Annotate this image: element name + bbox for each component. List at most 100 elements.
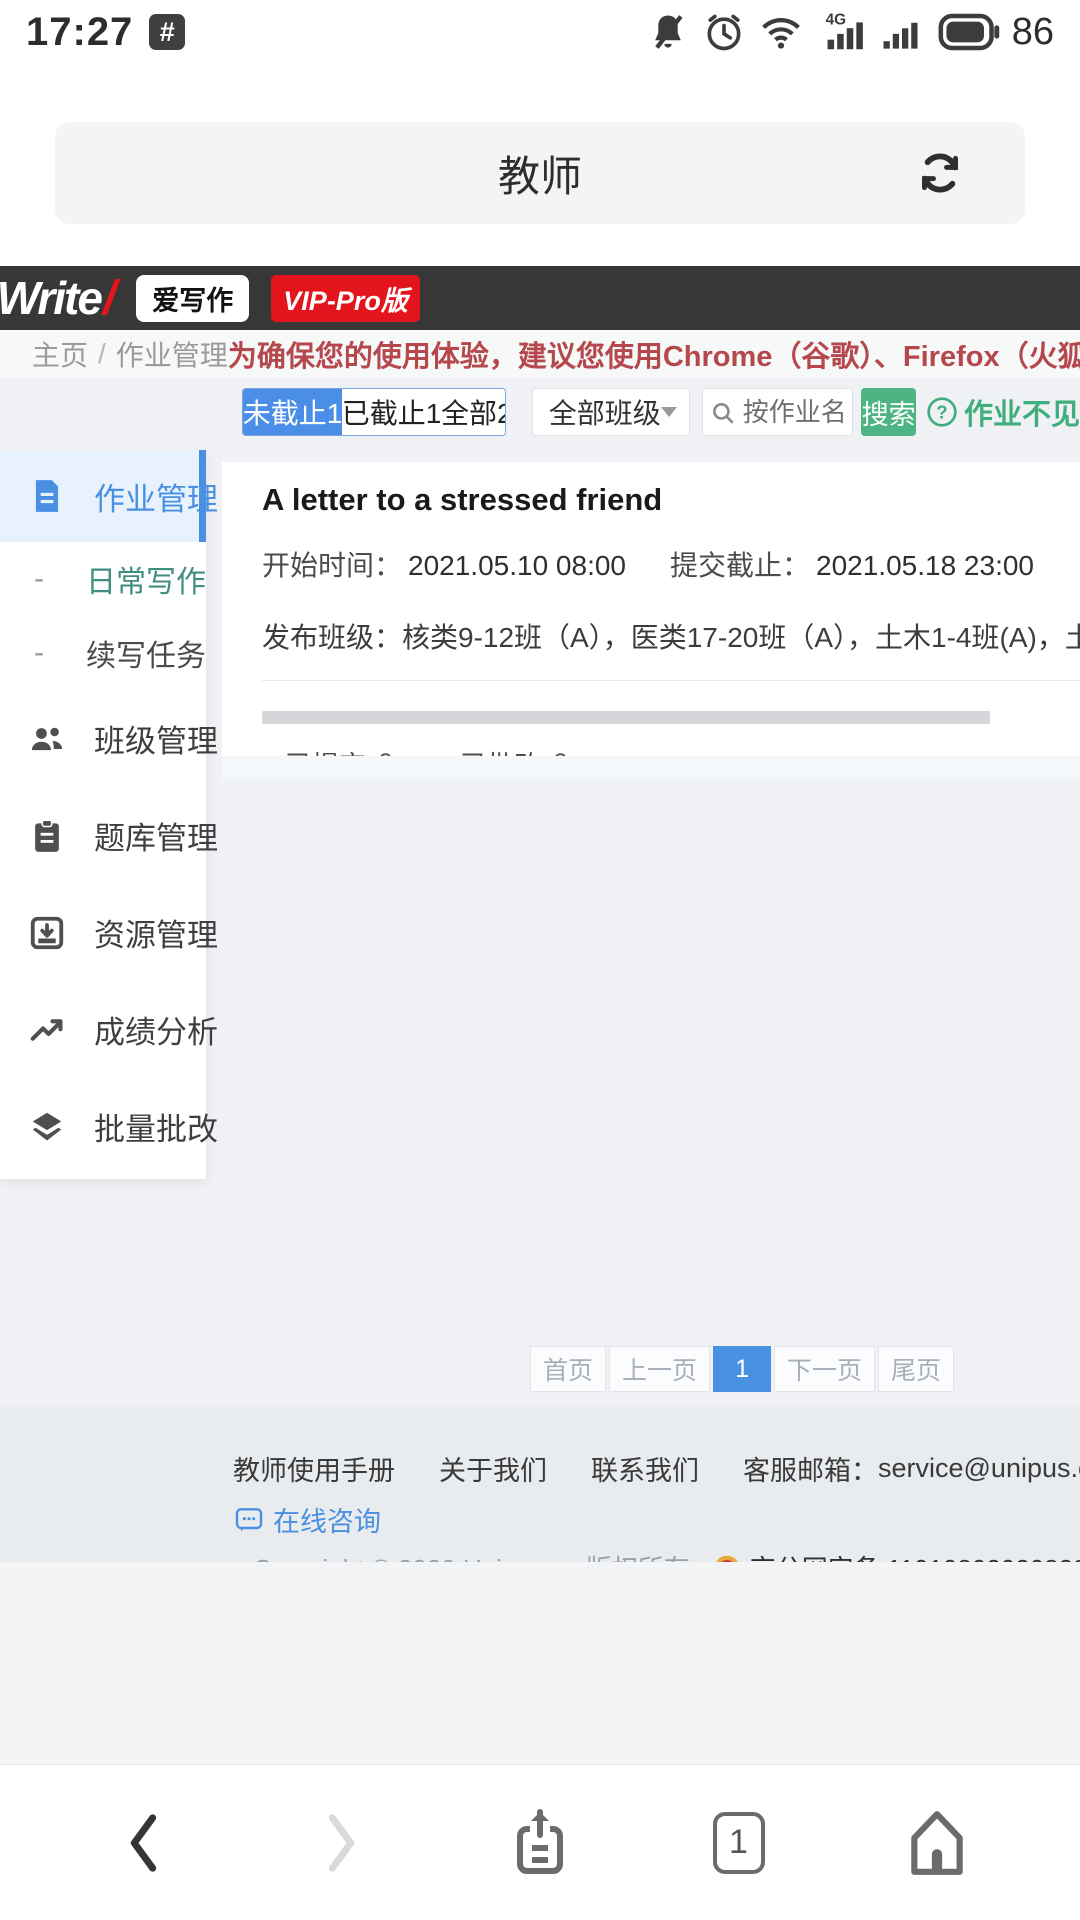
share-button[interactable] xyxy=(507,1808,573,1876)
home-button[interactable] xyxy=(904,1810,970,1876)
signal-icon xyxy=(883,22,918,49)
brand-bar: iWrite/ 爱写作 VIP-Pro版 xyxy=(0,266,1080,330)
sidebar-item-label: 资源管理 xyxy=(94,918,218,953)
sidebar-item-score-analysis[interactable]: 成绩分析 xyxy=(0,981,218,1078)
sidebar-item-homework[interactable]: 作业管理 xyxy=(0,450,218,542)
resource-download-icon xyxy=(30,916,64,949)
tab-count: 1 xyxy=(729,1823,748,1861)
card-divider xyxy=(262,680,1080,681)
footer-link-about[interactable]: 关于我们 xyxy=(439,1449,547,1488)
sidebar-subitem-label: 续写任务 xyxy=(86,640,206,673)
footer-link-contact[interactable]: 联系我们 xyxy=(591,1449,699,1488)
assignment-card: A letter to a stressed friend 开始时间： 2021… xyxy=(222,462,1080,781)
browser-nav-bar: 1 xyxy=(0,1764,1080,1920)
document-icon xyxy=(35,480,59,512)
sidebar-subitem-label: 日常写作 xyxy=(86,566,206,599)
browser-header: 教师 xyxy=(55,122,1025,224)
trend-icon xyxy=(30,1018,63,1041)
tab-not-due[interactable]: 未截止1 xyxy=(243,389,342,435)
pagination-next[interactable]: 下一页 xyxy=(774,1346,876,1392)
chevron-down-icon xyxy=(660,407,677,417)
subitem-dash: - xyxy=(34,636,44,669)
tab-due[interactable]: 已截止1 xyxy=(342,389,441,435)
vip-pro-badge: VIP-Pro版 xyxy=(271,274,420,322)
notifications-muted-icon xyxy=(654,15,683,49)
signal-4g-icon: 4G xyxy=(825,11,863,50)
assignment-title[interactable]: A letter to a stressed friend xyxy=(262,482,1080,518)
svg-text:4G: 4G xyxy=(825,11,845,28)
footer-link-teacher-manual[interactable]: 教师使用手册 xyxy=(233,1449,395,1488)
search-box xyxy=(701,388,854,436)
brand-badge-cn: 爱写作 xyxy=(136,274,250,322)
published-classes-value: 核类9-12班（A），医类17-20班（A），土木1-4班(A)，土木5-8班（… xyxy=(402,622,1080,653)
clipboard-icon xyxy=(35,818,59,852)
filter-controls: 未截止1 已截止1 全部2 全部班级 搜索 ? 作业不见 xyxy=(242,388,1080,436)
published-classes-label: 发布班级： xyxy=(262,622,403,653)
alarm-icon xyxy=(707,14,741,51)
page-bottom-spacer xyxy=(0,1562,1080,1764)
police-record: 京公网安备 11010802020838号 xyxy=(712,1549,1080,1562)
home-nav-icon xyxy=(911,1810,963,1875)
browser-compatibility-warning: 为确保您的使用体验，建议您使用Chrome（谷歌）、Firefox（火狐）、 xyxy=(227,341,1080,373)
tab-all[interactable]: 全部2 xyxy=(441,389,505,435)
status-bar: 17:27 # 4G 86 xyxy=(0,0,1080,58)
clock-time: 17:27 xyxy=(26,9,134,54)
battery-percent: 86 xyxy=(1011,10,1054,53)
breadcrumb-home[interactable]: 主页 xyxy=(32,334,88,374)
sidebar-item-label: 成绩分析 xyxy=(94,1015,218,1050)
pagination-first[interactable]: 首页 xyxy=(530,1346,607,1392)
copyright-text: Copyright © 2020 Unipus.cn,版权所有 xyxy=(253,1549,690,1562)
back-button[interactable] xyxy=(110,1810,176,1876)
tabs-button[interactable]: 1 xyxy=(706,1810,772,1876)
refresh-icon[interactable] xyxy=(913,146,967,200)
users-icon xyxy=(31,727,63,750)
class-filter-dropdown[interactable]: 全部班级 xyxy=(531,388,690,436)
service-email-label: 客服邮箱： xyxy=(743,1456,878,1486)
wifi-icon xyxy=(761,18,800,49)
question-circle-icon: ? xyxy=(927,397,957,427)
submission-progress-bar xyxy=(262,711,990,724)
copyright-row: Copyright © 2020 Unipus.cn,版权所有 京公网安备 11… xyxy=(233,1549,1080,1562)
sidebar-subitem-continuation-task[interactable]: - 续写任务 xyxy=(0,616,206,690)
published-classes: 发布班级：核类9-12班（A），医类17-20班（A），土木1-4班(A)，土木… xyxy=(262,616,1080,656)
sidebar-item-batch-grading[interactable]: 批量批改 xyxy=(0,1078,218,1175)
help-missing-homework-link[interactable]: ? 作业不见 xyxy=(926,391,1080,433)
sidebar-item-resource-management[interactable]: 资源管理 xyxy=(0,884,218,981)
sidebar-item-label: 作业管理 xyxy=(94,481,218,517)
help-link-label: 作业不见 xyxy=(963,399,1080,431)
pagination-last[interactable]: 尾页 xyxy=(878,1346,955,1392)
online-chat-label: 在线咨询 xyxy=(273,1507,381,1537)
sidebar-subitem-daily-writing[interactable]: - 日常写作 xyxy=(0,542,206,616)
search-icon xyxy=(712,403,734,424)
breadcrumb: 主页 / 作业管理 为确保您的使用体验，建议您使用Chrome（谷歌）、Fire… xyxy=(0,330,1080,378)
page-body: 作业管理 - 日常写作 - 续写任务 班级管理 题库管理 资源管理 成绩分析 批… xyxy=(0,378,1080,1407)
start-time-label: 开始时间： xyxy=(262,550,403,581)
sidebar: 作业管理 - 日常写作 - 续写任务 班级管理 题库管理 资源管理 成绩分析 批… xyxy=(0,450,218,1179)
battery-icon xyxy=(938,13,999,51)
tab-count-icon: 1 xyxy=(712,1811,765,1874)
sidebar-item-label: 班级管理 xyxy=(94,724,218,759)
pagination: 首页 上一页 1 下一页 尾页 xyxy=(530,1346,955,1392)
police-badge-icon xyxy=(715,1555,738,1562)
sidebar-item-label: 题库管理 xyxy=(94,821,218,856)
svg-text:?: ? xyxy=(936,402,947,423)
sidebar-item-question-bank[interactable]: 题库管理 xyxy=(0,787,218,884)
search-button[interactable]: 搜索 xyxy=(861,388,916,436)
forward-button[interactable] xyxy=(309,1810,375,1876)
footer-links: 教师使用手册 关于我们 联系我们 客服邮箱： service@unipus.cn… xyxy=(233,1449,1080,1488)
phone-screen: 17:27 # 4G 86 教师 Write/ 爱写作 VIP-Pro版 主页 … xyxy=(0,0,1080,1920)
card-footer-strip xyxy=(222,756,1080,780)
deadline-label: 提交截止： xyxy=(670,550,811,581)
start-time-value: 2021.05.10 08:00 xyxy=(408,550,626,581)
logo-slash: / xyxy=(102,271,116,325)
breadcrumb-separator: / xyxy=(98,338,106,369)
pagination-prev[interactable]: 上一页 xyxy=(609,1346,711,1392)
online-chat-link[interactable]: 在线咨询 xyxy=(233,1500,1080,1539)
page-title: 教师 xyxy=(497,152,582,200)
police-record-number: 京公网安备 11010802020838号 xyxy=(750,1549,1080,1562)
subitem-dash: - xyxy=(34,562,44,595)
sidebar-item-class-management[interactable]: 班级管理 xyxy=(0,690,218,787)
assignment-times: 开始时间： 2021.05.10 08:00 提交截止： 2021.05.18 … xyxy=(262,544,1080,584)
pagination-page-1[interactable]: 1 xyxy=(713,1346,772,1392)
status-tab-group: 未截止1 已截止1 全部2 xyxy=(242,388,506,436)
